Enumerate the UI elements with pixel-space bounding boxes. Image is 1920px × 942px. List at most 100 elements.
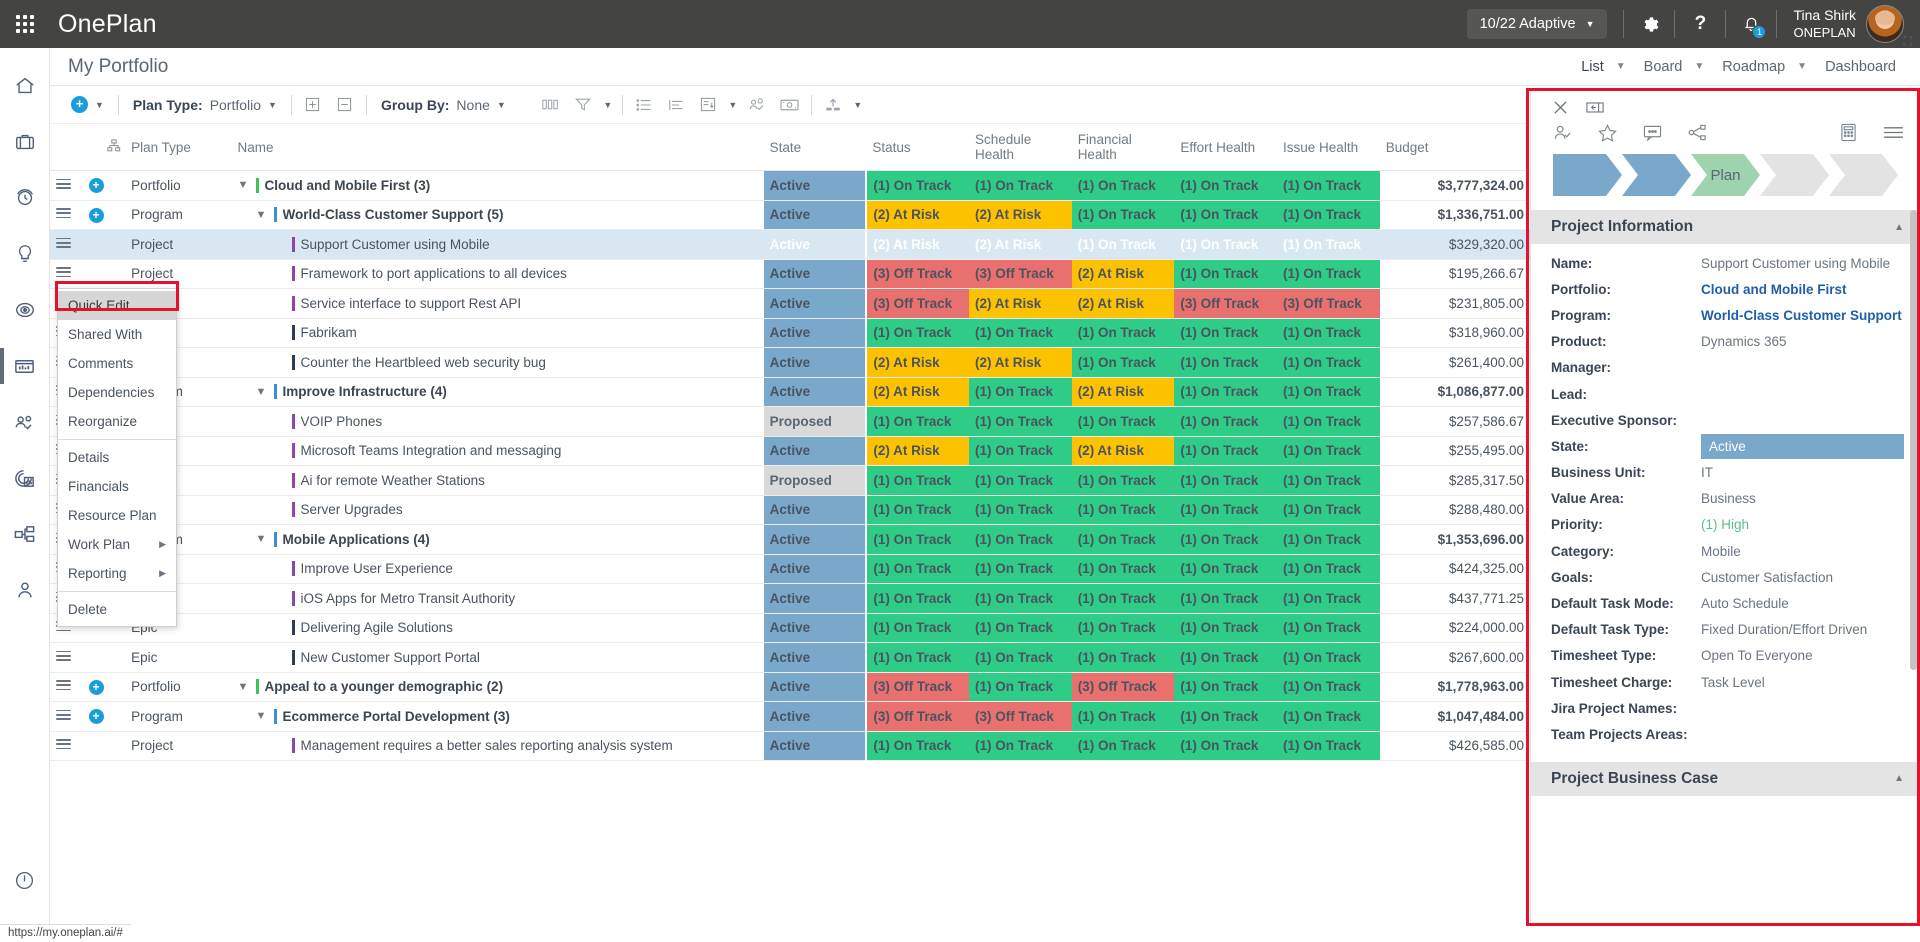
row-add-child[interactable]: + — [82, 701, 126, 732]
tab-board[interactable]: Board — [1634, 59, 1693, 75]
stage-1[interactable] — [1553, 154, 1622, 196]
cell-name[interactable]: ▼ Improve Infrastructure (4) — [231, 377, 764, 407]
sidebar-item-admin[interactable] — [0, 562, 50, 618]
col-name[interactable]: Name — [231, 124, 764, 171]
field-value[interactable]: World-Class Customer Support — [1701, 308, 1920, 323]
table-row[interactable]: +Program▼Mobile Applications (4)Active(1… — [50, 524, 1530, 555]
chevron-down-icon[interactable]: ▼ — [238, 681, 256, 693]
col-financial-health[interactable]: Financial Health — [1071, 124, 1175, 171]
table-row[interactable]: ProjectMicrosoft Teams Integration and m… — [50, 436, 1530, 466]
row-add-child[interactable]: + — [82, 672, 126, 702]
collapse-all-button[interactable] — [329, 90, 361, 120]
context-menu-item-resource-plan[interactable]: Resource Plan — [58, 501, 176, 530]
context-menu-item-comments[interactable]: Comments — [58, 349, 176, 378]
assign-person-button[interactable] — [1553, 124, 1572, 141]
sidebar-item-ideas[interactable] — [0, 226, 50, 282]
table-row[interactable]: ProjectAi for remote Weather StationsPro… — [50, 465, 1530, 496]
row-drag-handle[interactable] — [50, 642, 83, 673]
expand-panel-button[interactable] — [1586, 101, 1604, 114]
tab-roadmap[interactable]: Roadmap — [1712, 59, 1795, 75]
row-add-child[interactable]: + — [82, 200, 126, 230]
assign-resource-button[interactable] — [742, 90, 774, 120]
expand-all-button[interactable] — [297, 90, 329, 120]
col-budget[interactable]: Budget — [1379, 124, 1530, 171]
notifications-button[interactable]: 1 — [1728, 0, 1774, 48]
context-menu-item-reporting[interactable]: Reporting ▶ — [58, 559, 176, 588]
chevron-down-icon[interactable]: ▼ — [238, 179, 256, 191]
cell-name[interactable]: Ai for remote Weather Stations — [231, 465, 764, 496]
table-row[interactable]: ProjectService interface to support Rest… — [50, 288, 1530, 319]
table-row[interactable]: ProjectVOIP PhonesProposed(1) On Track(1… — [50, 406, 1530, 437]
period-selector[interactable]: 10/22 Adaptive ▼ — [1466, 9, 1608, 39]
columns-button[interactable] — [535, 90, 567, 120]
context-menu-item-dependencies[interactable]: Dependencies — [58, 378, 176, 407]
table-row[interactable]: + Program ▼ Ecommerce Portal Development (3… — [50, 701, 1530, 732]
table-row[interactable]: + Program ▼ World-Class Customer Support (5… — [50, 200, 1530, 230]
stage-plan[interactable]: Plan — [1691, 154, 1760, 196]
plus-circle-icon[interactable]: + — [88, 679, 104, 695]
stage-4[interactable] — [1760, 154, 1829, 196]
cell-name[interactable]: ▼ World-Class Customer Support (5) — [231, 200, 764, 230]
section-header-project-information[interactable]: Project Information ▲ — [1531, 210, 1920, 244]
row-drag-handle[interactable] — [50, 259, 83, 289]
table-row[interactable]: Project Management requires a better sale… — [50, 731, 1530, 761]
col-effort-health[interactable]: Effort Health — [1174, 124, 1278, 171]
chevron-down-icon[interactable]: ▼ — [256, 209, 274, 221]
cell-name[interactable]: Framework to port applications to all de… — [231, 259, 764, 289]
card-view-dropdown[interactable]: ▼ — [724, 90, 742, 120]
app-launcher-waffle-icon[interactable] — [0, 0, 50, 48]
field-value[interactable]: Cloud and Mobile First — [1701, 282, 1920, 297]
favorite-button[interactable] — [1598, 123, 1617, 142]
row-drag-handle[interactable] — [50, 731, 83, 761]
section-header-project-business-case[interactable]: Project Business Case ▲ — [1531, 761, 1920, 796]
stage-5[interactable] — [1829, 154, 1898, 196]
sidebar-item-signout[interactable] — [0, 852, 50, 908]
tab-dashboard[interactable]: Dashboard — [1815, 59, 1906, 75]
row-drag-handle[interactable] — [50, 200, 83, 230]
sidebar-item-resources[interactable] — [0, 394, 50, 450]
group-by-selector[interactable]: Group By: None ▼ — [372, 97, 515, 113]
table-row[interactable]: +Program▼Improve Infrastructure (4)Activ… — [50, 377, 1530, 407]
cell-name[interactable]: Improve User Experience — [231, 554, 764, 584]
cell-name[interactable]: Service interface to support Rest API — [231, 288, 764, 319]
sidebar-item-timesheets[interactable] — [0, 170, 50, 226]
financials-button[interactable] — [774, 90, 806, 120]
sidebar-item-objectives[interactable] — [0, 282, 50, 338]
tab-board-chevron-down-icon[interactable]: ▼ — [1692, 61, 1712, 72]
add-plan-button[interactable]: + ▼ — [62, 96, 113, 113]
sidebar-item-dashboards[interactable] — [0, 338, 50, 394]
details-panel-scrollbar[interactable] — [1910, 210, 1917, 670]
settings-button[interactable] — [1626, 0, 1672, 48]
table-row[interactable]: Project Framework to port applications to… — [50, 259, 1530, 289]
export-button[interactable] — [817, 90, 849, 120]
sidebar-item-workflow[interactable] — [0, 506, 50, 562]
avatar[interactable] — [1866, 5, 1904, 43]
cell-name[interactable]: ▼ Cloud and Mobile First (3) — [231, 170, 764, 201]
panel-menu-button[interactable] — [1883, 125, 1904, 140]
table-row[interactable]: Epic Delivering Agile Solutions Active (1) … — [50, 613, 1530, 643]
tab-list[interactable]: List — [1571, 59, 1614, 75]
table-row[interactable]: ProjectiOS Apps for Metro Transit Author… — [50, 583, 1530, 614]
cell-name[interactable]: Delivering Agile Solutions — [231, 613, 764, 643]
expand-view-icon[interactable]: ⛶ — [1904, 34, 1912, 49]
row-drag-handle[interactable] — [50, 229, 83, 260]
share-button[interactable] — [1688, 124, 1707, 141]
comments-button[interactable] — [1643, 124, 1662, 141]
col-state[interactable]: State — [763, 124, 867, 171]
cell-name[interactable]: Fabrikam — [231, 318, 764, 348]
context-menu-item-work-plan[interactable]: Work Plan ▶ — [58, 530, 176, 559]
row-context-menu[interactable]: Quick Edit Shared With Comments Dependencie… — [57, 288, 177, 627]
help-button[interactable]: ? — [1677, 0, 1723, 48]
chevron-down-icon[interactable]: ▼ — [256, 533, 274, 545]
col-schedule-health[interactable]: Schedule Health — [969, 124, 1072, 171]
tab-list-chevron-down-icon[interactable]: ▼ — [1614, 61, 1634, 72]
cell-name[interactable]: VOIP Phones — [231, 406, 764, 437]
chevron-down-icon[interactable]: ▼ — [256, 386, 274, 398]
col-plan-type[interactable]: Plan Type — [125, 124, 232, 171]
col-issue-health[interactable]: Issue Health — [1277, 124, 1380, 171]
context-menu-item-reorganize[interactable]: Reorganize — [58, 407, 176, 436]
calculator-button[interactable] — [1840, 123, 1857, 142]
cell-name[interactable]: ▼ Mobile Applications (4) — [231, 524, 764, 555]
plan-type-selector[interactable]: Plan Type: Portfolio ▼ — [124, 97, 286, 113]
row-drag-handle[interactable] — [50, 672, 83, 702]
